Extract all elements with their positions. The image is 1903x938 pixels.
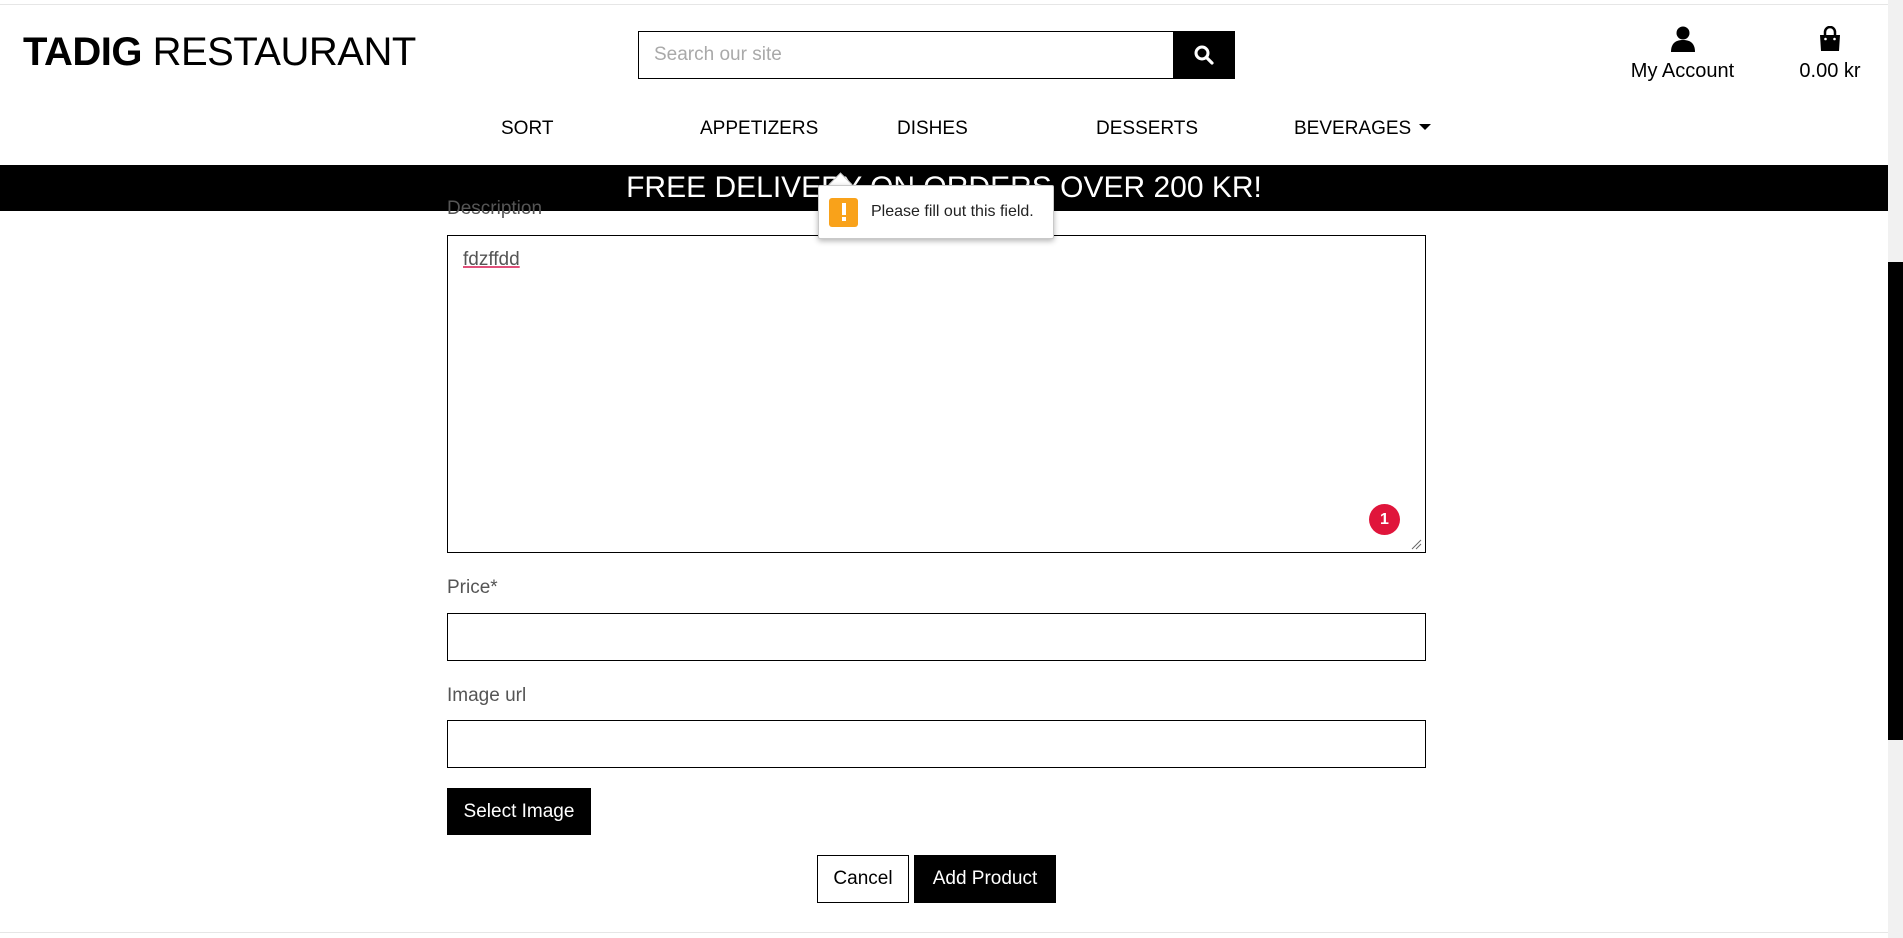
cart-link[interactable]: 0.00 kr: [1780, 25, 1880, 83]
search-input[interactable]: [639, 32, 1173, 78]
image-url-input[interactable]: [447, 720, 1426, 768]
my-account-label: My Account: [1630, 60, 1735, 82]
site-logo[interactable]: TADIG RESTAURANT: [23, 30, 416, 75]
main-nav: SORT APPETIZERS DISHES DESSERTS BEVERAGE…: [0, 118, 1888, 146]
image-url-label: Image url: [447, 685, 527, 706]
warning-icon: [829, 197, 858, 227]
nav-item-dishes[interactable]: DISHES: [897, 118, 968, 140]
price-label: Price*: [447, 577, 498, 598]
resize-handle-icon[interactable]: [1410, 538, 1422, 550]
search-button[interactable]: [1173, 32, 1234, 78]
search-form: [638, 31, 1235, 79]
search-icon: [1194, 45, 1214, 65]
description-textarea[interactable]: [447, 235, 1426, 553]
brand-bold-text: TADIG: [23, 30, 142, 74]
nav-item-desserts[interactable]: DESSERTS: [1096, 118, 1198, 140]
scrollbar-track[interactable]: [1888, 0, 1903, 938]
bottom-divider: [0, 932, 1888, 933]
select-image-button[interactable]: Select Image: [447, 788, 591, 835]
top-divider: [0, 4, 1888, 5]
validation-tooltip: Please fill out this field.: [818, 185, 1054, 239]
cancel-button[interactable]: Cancel: [817, 855, 909, 903]
add-product-button[interactable]: Add Product: [914, 855, 1056, 903]
nav-item-appetizers[interactable]: APPETIZERS: [700, 118, 818, 140]
cart-total: 0.00 kr: [1799, 60, 1861, 82]
shopping-bag-icon: [1820, 25, 1840, 51]
nav-item-beverages[interactable]: BEVERAGES: [1294, 118, 1432, 140]
validation-message: Please fill out this field.: [871, 203, 1034, 220]
description-value: fdzffdd: [463, 249, 520, 270]
brand-light-text: RESTAURANT: [152, 30, 417, 74]
description-label: Description: [447, 198, 543, 219]
nav-item-beverages-label: BEVERAGES: [1294, 118, 1412, 139]
my-account-link[interactable]: My Account: [1625, 26, 1740, 83]
grammar-check-badge[interactable]: 1: [1369, 504, 1400, 535]
scrollbar-thumb[interactable]: [1888, 262, 1903, 740]
caret-down-icon: [1419, 123, 1432, 130]
user-icon: [1670, 26, 1695, 52]
nav-item-sort[interactable]: SORT: [501, 118, 553, 140]
price-input[interactable]: [447, 613, 1426, 661]
